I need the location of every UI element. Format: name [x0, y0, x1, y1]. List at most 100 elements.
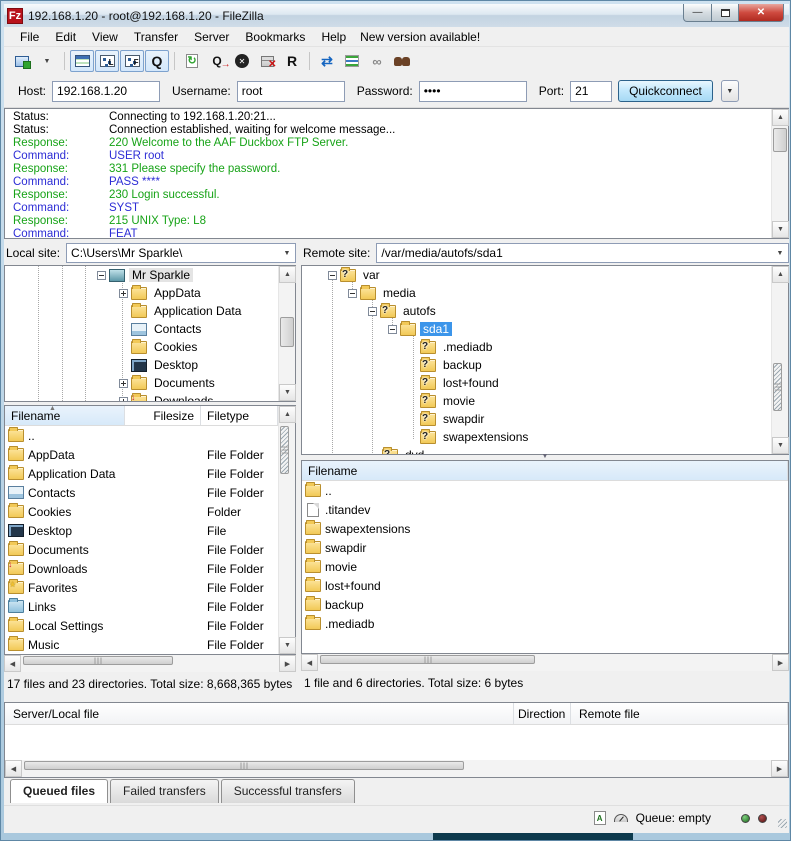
scroll-down-icon[interactable]: ▼ — [279, 637, 296, 654]
speed-limit-icon[interactable] — [614, 814, 628, 822]
menu-transfer[interactable]: Transfer — [126, 28, 186, 46]
queue-body[interactable] — [5, 725, 788, 760]
toggle-queue-button[interactable]: Q — [145, 50, 169, 72]
quickconnect-dropdown[interactable]: ▼ — [721, 80, 739, 102]
collapse-icon[interactable] — [348, 289, 357, 298]
tree-node[interactable]: Mr Sparkle — [5, 266, 278, 284]
column-header-remote-file[interactable]: Remote file — [571, 703, 788, 724]
file-row[interactable]: DesktopFile — [5, 521, 278, 540]
log-scrollbar[interactable]: ▲ ▼ — [771, 109, 788, 238]
port-input[interactable] — [570, 81, 612, 102]
filter-button[interactable] — [340, 50, 364, 72]
file-row[interactable]: .. — [302, 481, 788, 500]
column-header-filename[interactable]: Filename — [302, 461, 788, 480]
file-row[interactable]: .. — [5, 426, 278, 445]
tree-node[interactable]: ?.mediadb — [302, 338, 771, 356]
file-row[interactable]: .mediadb — [302, 614, 788, 633]
toggle-local-tree-button[interactable]: L — [95, 50, 119, 72]
transfer-type-icon[interactable]: A — [594, 811, 606, 825]
username-input[interactable] — [237, 81, 345, 102]
column-header-filename[interactable]: Filename▲ — [5, 406, 125, 425]
new-version-notice[interactable]: New version available! — [354, 28, 486, 46]
column-header-filesize[interactable]: Filesize — [125, 406, 201, 425]
toggle-remote-tree-button[interactable]: F — [120, 50, 144, 72]
tab-successful-transfers[interactable]: Successful transfers — [221, 779, 355, 803]
file-row[interactable]: swapdir — [302, 538, 788, 557]
sync-browsing-button[interactable]: ∞ — [365, 50, 389, 72]
tree-node[interactable]: ?backup — [302, 356, 771, 374]
collapse-icon[interactable] — [388, 325, 397, 334]
tree-node[interactable]: AppData — [5, 284, 278, 302]
column-header-filetype[interactable]: Filetype — [201, 406, 278, 425]
file-row[interactable]: DocumentsFile Folder — [5, 540, 278, 559]
tree-node[interactable]: ?swapdir — [302, 410, 771, 428]
remote-list-hscrollbar[interactable]: ◀ ▶ — [301, 654, 789, 671]
tree-node[interactable]: ?var — [302, 266, 771, 284]
scroll-down-icon[interactable]: ▼ — [772, 221, 789, 238]
remote-site-combo[interactable]: /var/media/autofs/sda1 ▼ — [376, 243, 789, 263]
file-row[interactable]: lost+found — [302, 576, 788, 595]
scroll-up-icon[interactable]: ▲ — [772, 266, 789, 283]
file-row[interactable]: MusicFile Folder — [5, 635, 278, 654]
scroll-down-icon[interactable]: ▼ — [772, 437, 789, 454]
tree-node[interactable]: ?autofs — [302, 302, 771, 320]
menu-file[interactable]: File — [12, 28, 47, 46]
password-input[interactable] — [419, 81, 527, 102]
scroll-up-icon[interactable]: ▲ — [772, 109, 789, 126]
scroll-left-icon[interactable]: ◀ — [4, 655, 21, 672]
local-list-hscrollbar[interactable]: ◀ ▶ — [4, 655, 296, 672]
cancel-button[interactable]: ✕ — [230, 50, 254, 72]
scroll-right-icon[interactable]: ▶ — [771, 760, 788, 777]
scrollbar-thumb[interactable] — [320, 655, 535, 664]
column-header-direction[interactable]: Direction — [514, 703, 571, 724]
scrollbar-thumb[interactable] — [23, 656, 173, 665]
menu-view[interactable]: View — [84, 28, 126, 46]
tab-failed-transfers[interactable]: Failed transfers — [110, 779, 219, 803]
tree-node[interactable]: ?lost+found — [302, 374, 771, 392]
menu-server[interactable]: Server — [186, 28, 237, 46]
disconnect-button[interactable]: ✕ — [255, 50, 279, 72]
find-files-button[interactable] — [390, 50, 414, 72]
local-list-scrollbar[interactable]: ▲ ▼ — [278, 406, 295, 654]
title-bar[interactable]: Fz 192.168.1.20 - root@192.168.1.20 - Fi… — [4, 4, 789, 27]
tree-node[interactable]: Downloads — [5, 392, 278, 401]
collapse-icon[interactable] — [97, 271, 106, 280]
refresh-button[interactable]: ↻ — [180, 50, 204, 72]
expand-icon[interactable] — [119, 397, 128, 402]
remote-tree-scrollbar[interactable]: ▲ ▼ — [771, 266, 788, 454]
chevron-down-icon[interactable]: ▼ — [772, 244, 788, 262]
menu-bookmarks[interactable]: Bookmarks — [237, 28, 313, 46]
scrollbar-thumb[interactable] — [24, 761, 464, 770]
maximize-button[interactable] — [712, 4, 739, 22]
scrollbar-thumb[interactable] — [280, 317, 294, 347]
menu-edit[interactable]: Edit — [47, 28, 84, 46]
reconnect-button[interactable]: R — [280, 50, 304, 72]
file-row[interactable]: Application DataFile Folder — [5, 464, 278, 483]
file-row[interactable]: CookiesFolder — [5, 502, 278, 521]
site-manager-dropdown[interactable]: ▼ — [35, 50, 59, 72]
tree-node[interactable]: Documents — [5, 374, 278, 392]
scroll-left-icon[interactable]: ◀ — [5, 760, 22, 777]
local-tree-scrollbar[interactable]: ▲ ▼ — [278, 266, 295, 401]
scroll-up-icon[interactable]: ▲ — [279, 266, 296, 283]
resize-grip[interactable] — [778, 819, 787, 828]
minimize-button[interactable]: — — [683, 4, 712, 22]
host-input[interactable] — [52, 81, 160, 102]
scroll-right-icon[interactable]: ▶ — [772, 654, 789, 671]
scroll-up-icon[interactable]: ▲ — [279, 406, 296, 423]
scroll-down-icon[interactable]: ▼ — [279, 384, 296, 401]
tree-node[interactable]: Desktop — [5, 356, 278, 374]
scroll-left-icon[interactable]: ◀ — [301, 654, 318, 671]
collapse-icon[interactable] — [328, 271, 337, 280]
tree-node[interactable]: Contacts — [5, 320, 278, 338]
file-row[interactable]: AppDataFile Folder — [5, 445, 278, 464]
expand-icon[interactable] — [119, 289, 128, 298]
menu-help[interactable]: Help — [313, 28, 354, 46]
scroll-right-icon[interactable]: ▶ — [279, 655, 296, 672]
column-header-local-file[interactable]: Server/Local file — [5, 703, 514, 724]
file-row[interactable]: DownloadsFile Folder — [5, 559, 278, 578]
file-row[interactable]: Local SettingsFile Folder — [5, 616, 278, 635]
site-manager-button[interactable] — [10, 50, 34, 72]
directory-comparison-button[interactable]: ⇄ — [315, 50, 339, 72]
queue-hscrollbar[interactable]: ◀ ▶ — [5, 760, 788, 777]
